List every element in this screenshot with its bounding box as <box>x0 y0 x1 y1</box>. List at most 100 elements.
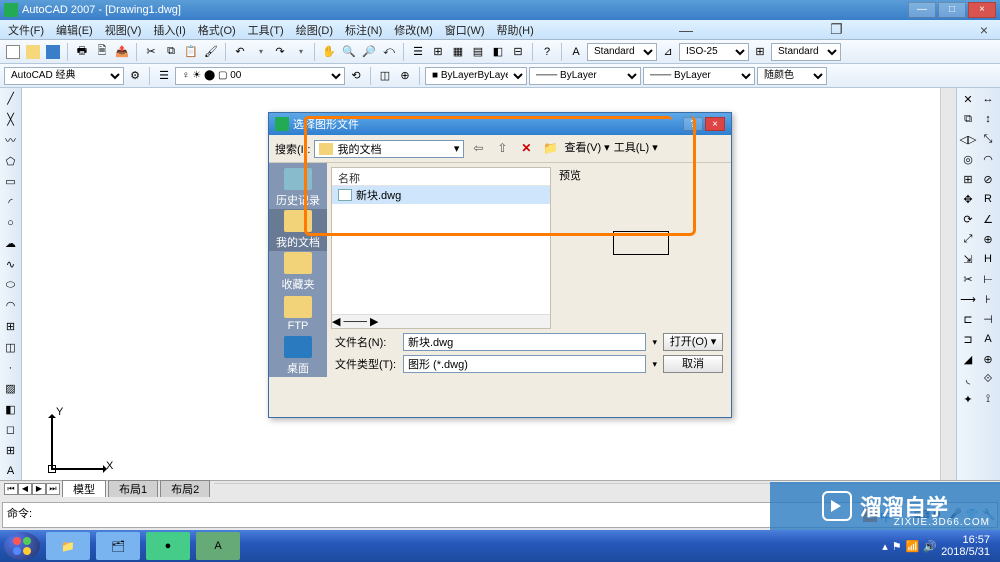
polygon-icon[interactable]: ⬠ <box>2 152 20 170</box>
clock[interactable]: 16:57 2018/5/31 <box>941 534 996 558</box>
menu-view[interactable]: 视图(V) <box>105 22 142 38</box>
menu-edit[interactable]: 编辑(E) <box>56 22 93 38</box>
help-icon[interactable]: ? <box>538 43 556 61</box>
join-icon[interactable]: ⊐ <box>959 330 977 348</box>
menu-file[interactable]: 文件(F) <box>8 22 44 38</box>
dim4-icon[interactable]: ◠ <box>979 150 997 168</box>
dim3-icon[interactable]: ⤡ <box>979 130 997 148</box>
mdi-close[interactable]: × <box>980 22 988 38</box>
mdi-restore[interactable]: ❐ <box>830 21 843 38</box>
arc-icon[interactable]: ◜ <box>2 194 20 212</box>
undo-icon[interactable]: ↶ <box>231 43 249 61</box>
insertblk-icon[interactable]: ⊞ <box>2 318 20 336</box>
side-mydocs[interactable]: 我的文档 <box>269 209 327 251</box>
pan-icon[interactable]: ✋ <box>320 43 338 61</box>
print-icon[interactable]: 🖶 <box>73 43 91 61</box>
newfolder-icon[interactable]: 📁 <box>540 140 560 158</box>
circle-icon[interactable]: ○ <box>2 214 20 232</box>
file-row[interactable]: 新块.dwg <box>332 186 550 204</box>
ellipse-icon[interactable]: ⬭ <box>2 276 20 294</box>
file-list[interactable]: 名称 新块.dwg ◀ ─── ▶ <box>331 167 551 329</box>
maximize-button[interactable]: □ <box>938 2 966 18</box>
filetype-select[interactable] <box>403 355 646 373</box>
view-button[interactable]: 查看(V) ▾ <box>564 140 609 158</box>
tablestyle-icon[interactable]: ⊞ <box>751 43 769 61</box>
layer-prev-icon[interactable]: ⟲ <box>347 67 365 85</box>
scale-icon[interactable]: ⤢ <box>959 230 977 248</box>
ws-save-icon[interactable]: ⚙ <box>126 67 144 85</box>
tablestyle-select[interactable]: Standard <box>771 43 841 61</box>
tab-layout1[interactable]: 布局1 <box>108 480 158 497</box>
dc-icon[interactable]: ⊞ <box>429 43 447 61</box>
cancel-button[interactable]: 取消 <box>663 355 723 373</box>
task-libs[interactable]: 🗂 <box>96 532 140 560</box>
hatch-icon[interactable]: ▨ <box>2 380 20 398</box>
tab-last[interactable]: ⏭ <box>46 483 60 495</box>
offset-icon[interactable]: ◎ <box>959 150 977 168</box>
zoom-prev-icon[interactable]: ⤺ <box>380 43 398 61</box>
mtext-icon[interactable]: A <box>2 462 20 480</box>
table-icon[interactable]: ⊞ <box>2 442 20 460</box>
filename-input[interactable] <box>403 333 646 351</box>
extend-icon[interactable]: ⟶ <box>959 290 977 308</box>
textstyle-select[interactable]: Standard <box>587 43 657 61</box>
tray-net-icon[interactable]: 📶 <box>906 540 920 553</box>
dim9-icon[interactable]: H <box>979 250 997 268</box>
properties-icon[interactable]: ☰ <box>409 43 427 61</box>
block-icon[interactable]: ◫ <box>376 67 394 85</box>
layer-mgr-icon[interactable]: ☰ <box>155 67 173 85</box>
tray-expand-icon[interactable]: ▴ <box>882 540 888 553</box>
dim12-icon[interactable]: ⊣ <box>979 310 997 328</box>
zoom-win-icon[interactable]: 🔎 <box>360 43 378 61</box>
stretch-icon[interactable]: ⇲ <box>959 250 977 268</box>
save-icon[interactable] <box>44 43 62 61</box>
menu-modify[interactable]: 修改(M) <box>394 22 433 38</box>
close-button[interactable]: × <box>968 2 996 18</box>
open-icon[interactable] <box>24 43 42 61</box>
cut-icon[interactable]: ✂ <box>142 43 160 61</box>
dim1-icon[interactable]: ↔ <box>979 90 997 108</box>
layer-select[interactable]: ♀ ☀ ⬤ ▢ 00 <box>175 67 345 85</box>
menu-tools[interactable]: 工具(T) <box>248 22 284 38</box>
dim15-icon[interactable]: ⟐ <box>979 370 997 388</box>
vertical-scrollbar[interactable] <box>940 88 956 480</box>
dim14-icon[interactable]: ⊕ <box>979 350 997 368</box>
textstyle-icon[interactable]: A <box>567 43 585 61</box>
lineweight-select[interactable]: ─── ByLayer <box>643 67 755 85</box>
chamfer-icon[interactable]: ◢ <box>959 350 977 368</box>
markup-icon[interactable]: ◧ <box>489 43 507 61</box>
fillet-icon[interactable]: ◟ <box>959 370 977 388</box>
paste-icon[interactable]: 📋 <box>182 43 200 61</box>
dim8-icon[interactable]: ⊕ <box>979 230 997 248</box>
start-button[interactable] <box>4 532 40 560</box>
tab-layout2[interactable]: 布局2 <box>160 480 210 497</box>
task-explorer[interactable]: 📁 <box>46 532 90 560</box>
dim5-icon[interactable]: ⊘ <box>979 170 997 188</box>
spline-icon[interactable]: ∿ <box>2 256 20 274</box>
array-icon[interactable]: ⊞ <box>959 170 977 188</box>
revcloud-icon[interactable]: ☁ <box>2 235 20 253</box>
plot-preview-icon[interactable]: 🗎 <box>93 43 111 61</box>
zoom-rt-icon[interactable]: 🔍 <box>340 43 358 61</box>
mirror-icon[interactable]: ◁▷ <box>959 130 977 148</box>
back-icon[interactable]: ⇦ <box>468 140 488 158</box>
tab-first[interactable]: ⏮ <box>4 483 18 495</box>
workspace-select[interactable]: AutoCAD 经典 <box>4 67 124 85</box>
tab-prev[interactable]: ◀ <box>18 483 32 495</box>
dim2-icon[interactable]: ↕ <box>979 110 997 128</box>
break-icon[interactable]: ⊏ <box>959 310 977 328</box>
menu-draw[interactable]: 绘图(D) <box>296 22 333 38</box>
xline-icon[interactable]: ╳ <box>2 111 20 129</box>
pline-icon[interactable]: 〰 <box>2 131 20 149</box>
calc-icon[interactable]: ⊟ <box>509 43 527 61</box>
dimstyle-icon[interactable]: ⊿ <box>659 43 677 61</box>
insert-icon[interactable]: ⊕ <box>396 67 414 85</box>
move-icon[interactable]: ✥ <box>959 190 977 208</box>
side-ftp[interactable]: FTP <box>269 293 327 335</box>
erase-icon[interactable]: ✕ <box>959 90 977 108</box>
copy2-icon[interactable]: ⧉ <box>959 110 977 128</box>
tray-flag-icon[interactable]: ⚑ <box>892 540 902 553</box>
dim7-icon[interactable]: ∠ <box>979 210 997 228</box>
new-icon[interactable] <box>4 43 22 61</box>
menu-insert[interactable]: 插入(I) <box>153 22 185 38</box>
